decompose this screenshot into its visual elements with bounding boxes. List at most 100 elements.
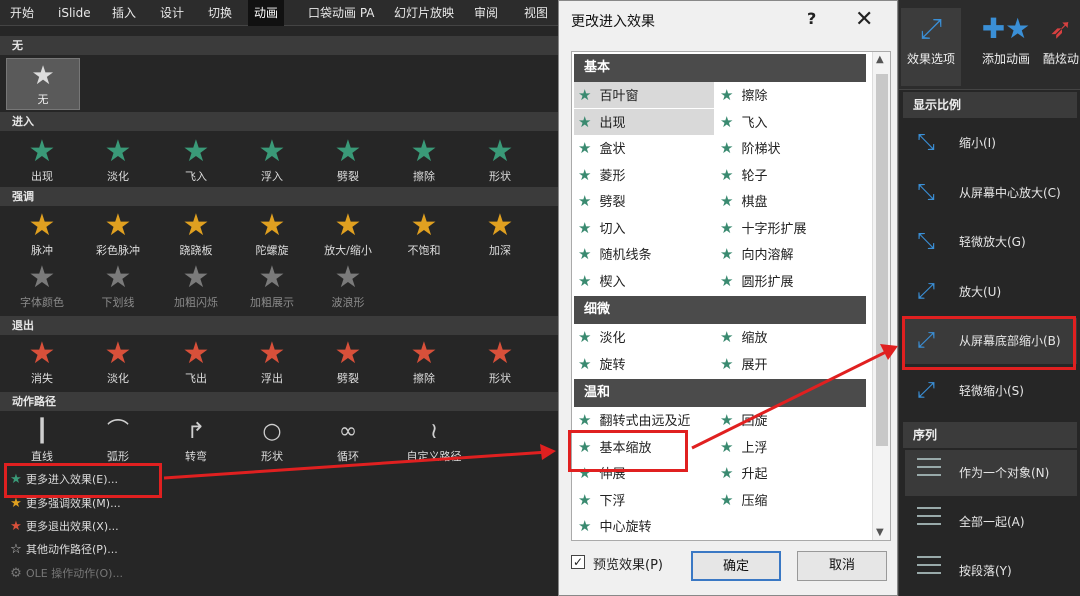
tab-home[interactable]: 开始 bbox=[8, 0, 36, 26]
path-1[interactable]: ⌒ 弧形 bbox=[88, 414, 148, 470]
scale-option-2[interactable]: ⤡ 轻微放大(G) bbox=[905, 219, 1077, 265]
scale-option-1[interactable]: ⤡ 从屏幕中心放大(C) bbox=[905, 170, 1077, 216]
path-4[interactable]: ∞ 循环 bbox=[318, 414, 378, 470]
chevron-down-icon[interactable]: ▼ bbox=[876, 527, 884, 538]
path-3[interactable]: ○ 形状 bbox=[242, 414, 302, 470]
effect-exit-1[interactable]: ★ 淡化 bbox=[88, 336, 148, 392]
effect-entrance-1[interactable]: ★ 淡化 bbox=[88, 134, 148, 190]
effect-option[interactable]: ★ 擦除 bbox=[716, 82, 866, 108]
effect-option[interactable]: ★ 展开 bbox=[716, 351, 866, 377]
tab-transitions[interactable]: 切换 bbox=[206, 0, 234, 26]
effect-options-button[interactable]: ⤢ 效果选项 bbox=[901, 8, 961, 86]
effect-option[interactable]: ★ 出现 bbox=[574, 108, 714, 135]
effect-option[interactable]: ★ 缩放 bbox=[716, 324, 866, 350]
help-button[interactable]: ? bbox=[807, 9, 816, 28]
effect-exit-5[interactable]: ★ 擦除 bbox=[394, 336, 454, 392]
effect-exit-2[interactable]: ★ 飞出 bbox=[166, 336, 226, 392]
scale-option-5[interactable]: ⤢ 轻微缩小(S) bbox=[905, 368, 1077, 414]
tab-slideshow[interactable]: 幻灯片放映 bbox=[392, 0, 456, 26]
effect-entrance-0[interactable]: ★ 出现 bbox=[12, 134, 72, 190]
scale-option-0[interactable]: ⤡ 缩小(I) bbox=[905, 120, 1077, 166]
ok-button[interactable]: 确定 bbox=[691, 551, 781, 581]
star-icon: ★ bbox=[720, 165, 734, 184]
effect-exit-4[interactable]: ★ 劈裂 bbox=[318, 336, 378, 392]
tab-view[interactable]: 视图 bbox=[522, 0, 550, 26]
effect-none[interactable]: ★ 无 bbox=[6, 58, 80, 110]
tab-design[interactable]: 设计 bbox=[158, 0, 186, 26]
effect-entrance-5[interactable]: ★ 擦除 bbox=[394, 134, 454, 190]
effect-exit-3[interactable]: ★ 浮出 bbox=[242, 336, 302, 392]
effect-option[interactable]: ★ 切入 bbox=[574, 215, 714, 241]
sequence-option-2[interactable]: 按段落(Y) bbox=[905, 548, 1077, 594]
effect-emphasis_row1-3[interactable]: ★ 陀螺旋 bbox=[242, 208, 302, 264]
effect-option[interactable]: ★ 旋转 bbox=[574, 351, 714, 377]
effect-option[interactable]: ★ 向内溶解 bbox=[716, 241, 866, 267]
more-emphasis-effects[interactable]: ★ 更多强调效果(M)... bbox=[6, 494, 120, 514]
chevron-up-icon[interactable]: ▲ bbox=[876, 54, 884, 65]
effect-options-panel: ⤢ 效果选项 ✚★ 添加动画 ➶ 酷炫动 显示比例 ⤡ 缩小(I) ⤡ 从屏幕中心放大… bbox=[898, 0, 1080, 596]
effect-option[interactable]: ★ 伸展 bbox=[574, 460, 714, 486]
path-5[interactable]: ≀ 自定义路径 bbox=[394, 414, 474, 470]
list-scrollbar[interactable]: ▲ ▼ bbox=[872, 52, 890, 540]
effect-option[interactable]: ★ 基本缩放 bbox=[574, 434, 714, 460]
path-2[interactable]: ↱ 转弯 bbox=[166, 414, 226, 470]
sequence-option-1[interactable]: 全部一起(A) bbox=[905, 499, 1077, 545]
effect-option[interactable]: ★ 楔入 bbox=[574, 268, 714, 294]
effect-option[interactable]: ★ 上浮 bbox=[716, 434, 866, 460]
effect-entrance-3[interactable]: ★ 浮入 bbox=[242, 134, 302, 190]
effect-entrance-2[interactable]: ★ 飞入 bbox=[166, 134, 226, 190]
effect-list[interactable]: ▲ ▼ 基本 ★ 百叶窗 ★ 擦除 ★ 出现 ★ 飞入 ★ 盒状 ★ 阶梯状 ★ 菱形 ★ 轮子 ★ 劈裂 ★ 棋盘 ★ 切… bbox=[571, 51, 891, 541]
effect-emphasis_row1-2[interactable]: ★ 跷跷板 bbox=[166, 208, 226, 264]
add-animation-button[interactable]: ✚★ 添加动画 bbox=[973, 8, 1039, 67]
more-motion-paths[interactable]: ☆ 其他动作路径(P)... bbox=[6, 540, 118, 560]
effect-option[interactable]: ★ 百叶窗 bbox=[574, 82, 714, 108]
sequence-option-0[interactable]: 作为一个对象(Ν) bbox=[905, 450, 1077, 496]
effect-option[interactable]: ★ 升起 bbox=[716, 460, 866, 486]
effect-option[interactable]: ★ 十字形扩展 bbox=[716, 215, 866, 241]
path-arc-icon: ⌒ bbox=[106, 419, 129, 444]
effect-label: 波浪形 bbox=[331, 296, 365, 309]
effect-option[interactable]: ★ 翻转式由远及近 bbox=[574, 407, 714, 433]
tab-insert[interactable]: 插入 bbox=[110, 0, 138, 26]
effect-option[interactable]: ★ 中心旋转 bbox=[574, 513, 714, 539]
effect-entrance-6[interactable]: ★ 形状 bbox=[470, 134, 530, 190]
effect-emphasis_row1-5[interactable]: ★ 不饱和 bbox=[394, 208, 454, 264]
expand-arrows-icon: ⤢ bbox=[919, 12, 943, 45]
effect-option[interactable]: ★ 劈裂 bbox=[574, 188, 714, 214]
effect-option[interactable]: ★ 阶梯状 bbox=[716, 135, 866, 161]
tab-pocket-animation[interactable]: 口袋动画 PA bbox=[306, 0, 377, 26]
scale-option-3[interactable]: ⤢ 放大(U) bbox=[905, 269, 1077, 315]
more-entrance-effects[interactable]: ★ 更多进入效果(E)... bbox=[6, 470, 118, 490]
effect-emphasis_row1-4[interactable]: ★ 放大/缩小 bbox=[318, 208, 378, 264]
effect-option[interactable]: ★ 下浮 bbox=[574, 487, 714, 513]
effect-option[interactable]: ★ 菱形 bbox=[574, 162, 714, 188]
effect-emphasis_row1-6[interactable]: ★ 加深 bbox=[470, 208, 530, 264]
star-icon: ★ bbox=[720, 490, 734, 509]
scale-option-4[interactable]: ⤢ 从屏幕底部缩小(B) bbox=[905, 318, 1077, 364]
effect-option[interactable]: ★ 压缩 bbox=[716, 487, 866, 513]
effect-option[interactable]: ★ 随机线条 bbox=[574, 241, 714, 267]
menu-label: 更多进入效果(E)... bbox=[26, 473, 119, 486]
effect-exit-0[interactable]: ★ 消失 bbox=[12, 336, 72, 392]
effect-exit-6[interactable]: ★ 形状 bbox=[470, 336, 530, 392]
more-exit-effects[interactable]: ★ 更多退出效果(X)... bbox=[6, 517, 118, 537]
effect-option[interactable]: ★ 轮子 bbox=[716, 162, 866, 188]
path-0[interactable]: ┃ 直线 bbox=[12, 414, 72, 470]
effect-option[interactable]: ★ 圆形扩展 bbox=[716, 268, 866, 294]
tab-animations[interactable]: 动画 bbox=[248, 0, 285, 26]
effect-option[interactable]: ★ 回旋 bbox=[716, 407, 866, 433]
cool-animation-button[interactable]: ➶ 酷炫动 bbox=[1041, 8, 1080, 67]
effect-emphasis_row1-0[interactable]: ★ 脉冲 bbox=[12, 208, 72, 264]
tab-islide[interactable]: iSlide bbox=[56, 0, 93, 26]
close-button[interactable]: ✕ bbox=[855, 7, 873, 32]
cancel-button[interactable]: 取消 bbox=[797, 551, 887, 581]
tab-review[interactable]: 审阅 bbox=[472, 0, 500, 26]
effect-entrance-4[interactable]: ★ 劈裂 bbox=[318, 134, 378, 190]
preview-checkbox[interactable]: ✓ bbox=[571, 555, 585, 569]
effect-emphasis_row1-1[interactable]: ★ 彩色脉冲 bbox=[88, 208, 148, 264]
scrollbar-thumb[interactable] bbox=[876, 74, 888, 446]
effect-option[interactable]: ★ 淡化 bbox=[574, 324, 714, 350]
effect-option[interactable]: ★ 棋盘 bbox=[716, 188, 866, 214]
effect-option[interactable]: ★ 飞入 bbox=[716, 109, 866, 135]
effect-option[interactable]: ★ 盒状 bbox=[574, 135, 714, 161]
